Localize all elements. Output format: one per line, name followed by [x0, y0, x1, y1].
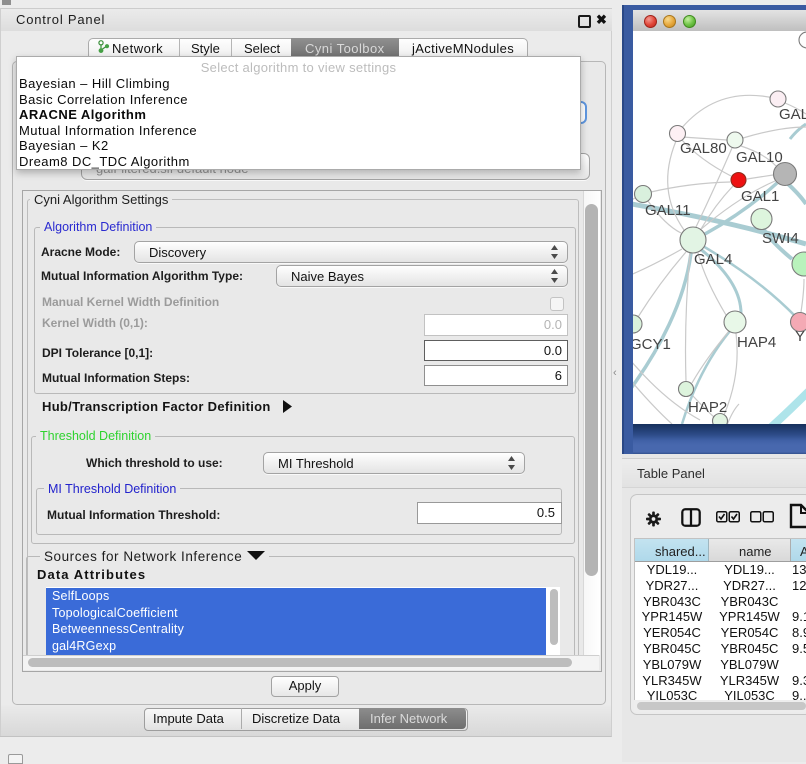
svg-text:HAP4: HAP4 [737, 334, 776, 351]
svg-text:GAL4: GAL4 [694, 251, 732, 268]
svg-text:GAL10: GAL10 [736, 149, 783, 166]
svg-text:GAL11: GAL11 [645, 202, 691, 219]
svg-text:GAL1: GAL1 [741, 188, 779, 205]
svg-text:YP: YP [795, 328, 806, 345]
svg-text:GCY1: GCY1 [633, 336, 671, 353]
svg-text:HAP2: HAP2 [688, 399, 727, 416]
svg-text:GAL80: GAL80 [779, 106, 806, 123]
svg-text:GAL80: GAL80 [680, 140, 727, 157]
svg-text:SWI4: SWI4 [762, 230, 799, 247]
